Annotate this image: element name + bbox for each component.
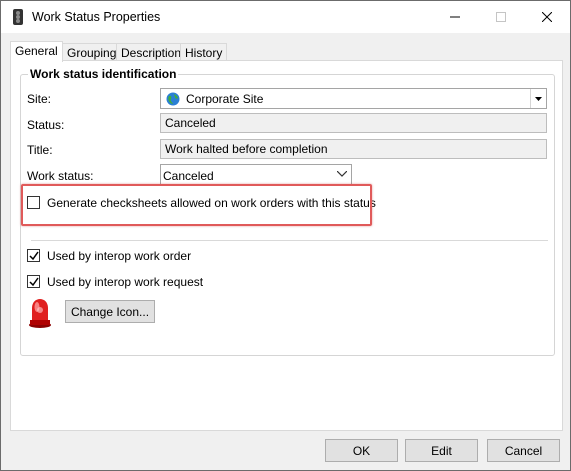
minimize-button[interactable]: [432, 1, 478, 33]
title-field[interactable]: Work halted before completion: [160, 139, 547, 159]
interop-work-request-checkbox[interactable]: [27, 275, 40, 288]
work-status-dropdown[interactable]: Canceled: [160, 164, 352, 186]
tab-general[interactable]: General: [10, 41, 63, 62]
general-tab-panel: Work status identification Site: Corpora…: [10, 60, 563, 431]
minimize-icon: [450, 16, 460, 18]
site-value: Corporate Site: [186, 92, 264, 106]
chevron-down-icon: [337, 171, 347, 177]
tab-grouping[interactable]: Grouping: [62, 43, 122, 61]
close-button[interactable]: [524, 1, 570, 33]
status-field[interactable]: Canceled: [160, 113, 547, 133]
maximize-button[interactable]: [478, 1, 524, 33]
interop-work-request-label: Used by interop work request: [47, 275, 204, 289]
red-siren-icon: [29, 299, 51, 328]
window-title: Work Status Properties: [32, 10, 161, 24]
site-dropdown[interactable]: Corporate Site: [160, 88, 547, 109]
maximize-icon: [496, 12, 506, 22]
site-dropdown-arrow[interactable]: [530, 89, 546, 108]
status-label: Status:: [27, 118, 65, 132]
title-bar[interactable]: Work Status Properties: [1, 1, 570, 33]
dialog-window: Work Status Properties General Grouping …: [0, 0, 571, 471]
tab-history[interactable]: History: [180, 43, 228, 61]
change-icon-button[interactable]: Change Icon...: [65, 300, 155, 323]
highlight-annotation: [21, 184, 372, 226]
work-status-value: Canceled: [163, 169, 214, 183]
edit-button[interactable]: Edit: [405, 439, 478, 462]
cancel-button[interactable]: Cancel: [487, 439, 560, 462]
ok-button[interactable]: OK: [325, 439, 398, 462]
tab-description[interactable]: Description: [116, 43, 187, 61]
interop-work-order-label: Used by interop work order: [47, 249, 192, 263]
title-label: Title:: [27, 143, 53, 157]
globe-icon: [166, 92, 180, 106]
checkmark-icon: [29, 277, 39, 287]
traffic-light-icon: [13, 9, 23, 25]
separator: [31, 240, 548, 241]
checkmark-icon: [29, 251, 39, 261]
caret-down-icon: [535, 96, 542, 101]
close-icon: [542, 12, 552, 22]
work-status-label: Work status:: [27, 169, 94, 183]
site-label: Site:: [27, 92, 52, 106]
interop-work-order-checkbox[interactable]: [27, 249, 40, 262]
group-title: Work status identification: [28, 67, 179, 81]
